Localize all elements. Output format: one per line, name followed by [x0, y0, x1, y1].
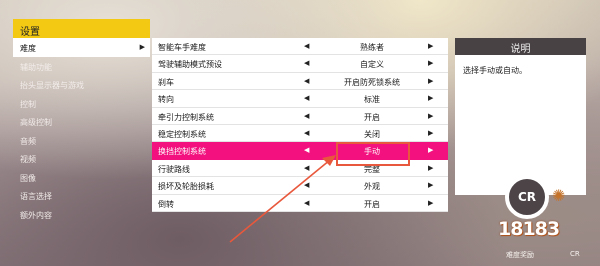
annotation-highlight-box — [336, 142, 410, 166]
menu-item-label: 高级控制 — [20, 118, 52, 127]
menu-item-label: 视频 — [20, 155, 36, 164]
setting-label: 智能车手难度 — [158, 43, 206, 52]
setting-value: 标准 — [364, 95, 380, 105]
menu-item-graphics[interactable]: 图像 — [13, 168, 150, 187]
arrow-right-icon[interactable]: ▶ — [428, 146, 433, 154]
arrow-left-icon[interactable]: ◀ — [304, 164, 309, 172]
arrow-right-icon[interactable]: ▶ — [428, 129, 433, 137]
arrow-left-icon[interactable]: ◀ — [304, 112, 309, 120]
menu-item-label: 语言选择 — [20, 192, 52, 201]
menu-item-label: 控制 — [20, 99, 36, 109]
menu-title: 设置 — [13, 19, 150, 38]
menu-item-label: 辅助功能 — [20, 62, 52, 72]
arrow-right-icon[interactable]: ▶ — [428, 77, 433, 85]
arrow-right-icon[interactable]: ▶ — [428, 164, 433, 172]
setting-row-ai-difficulty[interactable]: 智能车手难度 ◀ 熟练者 ▶ — [152, 38, 448, 56]
cr-logo-icon: CR — [505, 175, 549, 219]
menu-item-language[interactable]: 语言选择 — [13, 186, 150, 205]
setting-value: 外观 — [364, 182, 380, 192]
arrow-right-icon[interactable]: ▶ — [428, 42, 433, 50]
arrow-left-icon[interactable]: ◀ — [304, 181, 309, 189]
menu-item-video[interactable]: 视频 — [13, 149, 150, 168]
setting-label: 换挡控制系统 — [158, 147, 206, 157]
setting-label: 刹车 — [158, 77, 174, 87]
description-text: 选择手动或自动。 — [455, 55, 586, 195]
setting-value: 开启 — [364, 199, 380, 209]
menu-item-label: 难度 — [20, 44, 36, 53]
arrow-right-icon[interactable]: ▶ — [428, 181, 433, 189]
setting-value: 开启防死锁系统 — [344, 77, 400, 87]
description-title: 说明 — [455, 38, 586, 55]
setting-label: 驾驶辅助模式预设 — [158, 60, 222, 70]
setting-value: 关闭 — [364, 129, 380, 139]
setting-value: 开启 — [364, 112, 380, 122]
arrow-left-icon[interactable]: ◀ — [304, 59, 309, 67]
menu-item-controls[interactable]: 控制 — [13, 94, 150, 113]
setting-label: 稳定控制系统 — [158, 129, 206, 139]
difficulty-reward-label: 难度奖励 — [506, 251, 534, 259]
arrow-left-icon[interactable]: ◀ — [304, 146, 309, 154]
setting-row-braking[interactable]: 刹车 ◀ 开启防死锁系统 ▶ — [152, 72, 448, 91]
difficulty-settings-list: 智能车手难度 ◀ 熟练者 ▶ 驾驶辅助模式预设 ◀ 自定义 ▶ 刹车 ◀ 开启防… — [152, 38, 448, 212]
arrow-left-icon[interactable]: ◀ — [304, 77, 309, 85]
menu-item-advanced-controls[interactable]: 高级控制 — [13, 112, 150, 131]
chevron-right-icon: ▶ — [139, 43, 145, 51]
menu-item-label: 图像 — [20, 173, 36, 183]
arrow-right-icon[interactable]: ▶ — [428, 199, 433, 207]
setting-row-rewind[interactable]: 倒转 ◀ 开启 ▶ — [152, 194, 448, 212]
settings-menu: 设置 难度 ▶ 辅助功能 抬头显示器与游戏 控制 高级控制 音频 视频 图像 语… — [13, 19, 150, 223]
menu-item-label: 抬头显示器与游戏 — [20, 81, 84, 90]
setting-label: 损坏及轮胎损耗 — [158, 182, 214, 192]
arrow-right-icon[interactable]: ▶ — [428, 94, 433, 102]
watermark: 18183 — [498, 218, 560, 240]
difficulty-reward-suffix: CR — [570, 250, 580, 258]
arrow-left-icon[interactable]: ◀ — [304, 199, 309, 207]
arrow-left-icon[interactable]: ◀ — [304, 42, 309, 50]
setting-label: 倒转 — [158, 199, 174, 209]
arrow-right-icon[interactable]: ▶ — [428, 59, 433, 67]
setting-row-stability-control[interactable]: 稳定控制系统 ◀ 关闭 ▶ — [152, 124, 448, 143]
menu-item-label: 额外内容 — [20, 210, 52, 220]
menu-item-difficulty[interactable]: 难度 ▶ — [13, 38, 150, 57]
setting-label: 转向 — [158, 95, 174, 105]
setting-label: 行驶路线 — [158, 164, 190, 174]
menu-item-label: 音频 — [20, 136, 36, 146]
setting-row-assist-preset[interactable]: 驾驶辅助模式预设 ◀ 自定义 ▶ — [152, 55, 448, 73]
menu-item-assists[interactable]: 辅助功能 — [13, 57, 150, 76]
sun-icon: ✺ — [552, 186, 566, 205]
arrow-right-icon[interactable]: ▶ — [428, 112, 433, 120]
setting-row-traction-control[interactable]: 牵引力控制系统 ◀ 开启 ▶ — [152, 107, 448, 125]
setting-value: 熟练者 — [360, 43, 384, 52]
arrow-left-icon[interactable]: ◀ — [304, 129, 309, 137]
menu-item-extra-content[interactable]: 额外内容 — [13, 205, 150, 224]
setting-value: 自定义 — [360, 60, 384, 70]
menu-item-audio[interactable]: 音频 — [13, 131, 150, 150]
setting-row-steering[interactable]: 转向 ◀ 标准 ▶ — [152, 90, 448, 108]
arrow-left-icon[interactable]: ◀ — [304, 94, 309, 102]
setting-row-damage-tire-wear[interactable]: 损坏及轮胎损耗 ◀ 外观 ▶ — [152, 177, 448, 195]
setting-label: 牵引力控制系统 — [158, 112, 214, 122]
menu-item-hud-gameplay[interactable]: 抬头显示器与游戏 — [13, 75, 150, 94]
